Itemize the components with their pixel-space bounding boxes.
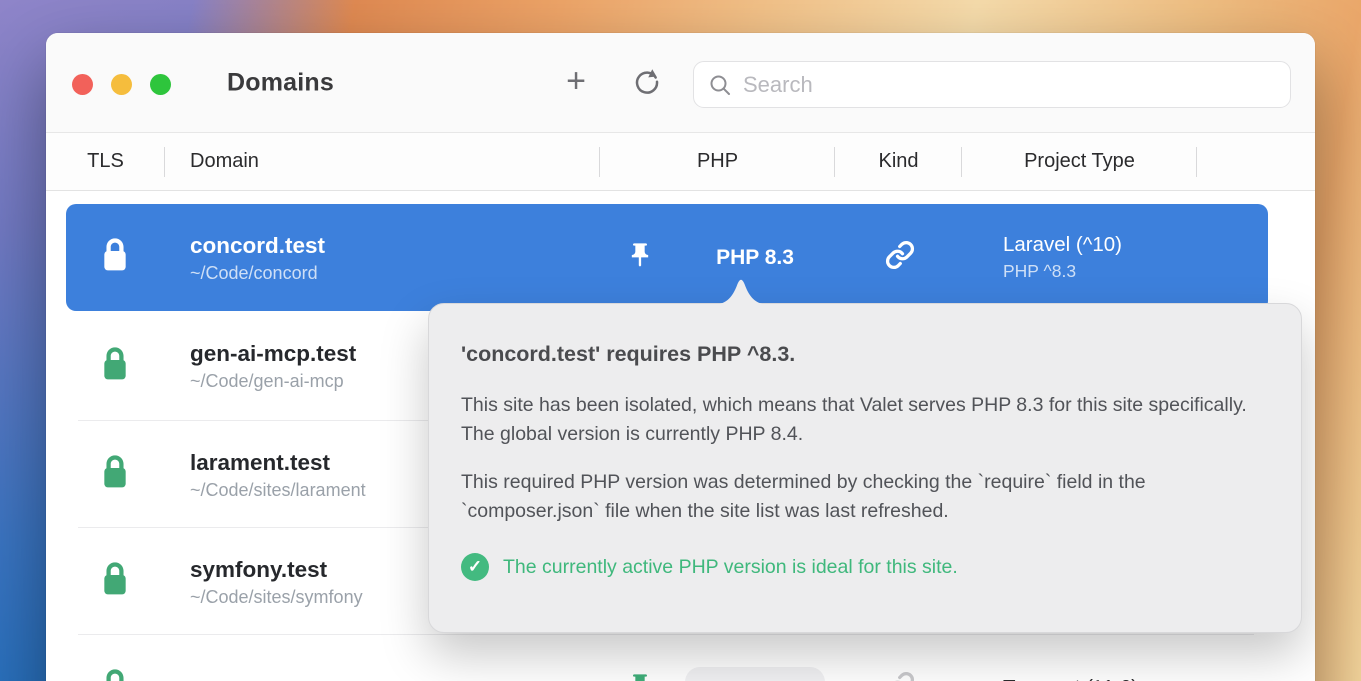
popover-status: ✓ The currently active PHP version is id… [461, 553, 1269, 581]
refresh-icon [632, 66, 662, 99]
project-type-cell: Laravel (^10) PHP ^8.3 [964, 233, 1268, 282]
search-icon [708, 73, 732, 97]
traffic-lights [72, 74, 171, 95]
project-type-cell: Tempest (^1.6) [964, 676, 1268, 681]
toolbar: Domains + [46, 33, 1315, 133]
tls-cell [66, 560, 164, 603]
pin-cell [606, 241, 674, 274]
domain-path: ~/Code/concord [190, 263, 606, 284]
search-input[interactable] [743, 72, 1276, 98]
project-php: PHP ^8.3 [1003, 261, 1268, 282]
php-version-badge [674, 667, 836, 681]
popover-arrow [711, 271, 771, 305]
pin-icon [626, 241, 654, 274]
popover-paragraph-2: This required PHP version was determined… [461, 468, 1266, 526]
lock-icon [99, 345, 131, 388]
lock-icon [99, 667, 131, 681]
table-row-concord[interactable]: concord.test ~/Code/concord PHP 8.3 [66, 204, 1268, 311]
domain-name: concord.test [190, 232, 606, 259]
php-version: PHP 8.3 [674, 246, 836, 270]
header-project-type: Project Type [962, 150, 1197, 173]
domain-name: tempest.test [190, 675, 606, 681]
minimize-window-button[interactable] [111, 74, 132, 95]
kind-cell [836, 671, 964, 681]
search-field[interactable] [693, 61, 1291, 108]
lock-icon [99, 453, 131, 496]
lock-icon [99, 560, 131, 603]
project-type: Laravel (^10) [1003, 233, 1268, 258]
domain-cell: tempest.test [164, 675, 606, 681]
kind-cell [836, 240, 964, 275]
table-row-tempest[interactable]: tempest.test Tempest (^1 [66, 635, 1268, 681]
link-icon [885, 240, 915, 275]
link-icon [885, 671, 915, 681]
close-window-button[interactable] [72, 74, 93, 95]
tls-cell [66, 236, 164, 279]
popover-status-text: The currently active PHP version is idea… [503, 556, 958, 579]
header-domain: Domain [165, 150, 600, 173]
pin-icon [626, 672, 654, 681]
header-kind: Kind [835, 150, 962, 173]
php-info-popover: 'concord.test' requires PHP ^8.3. This s… [428, 303, 1302, 633]
table-header: TLS Domain PHP Kind Project Type [46, 133, 1315, 191]
add-domain-button[interactable]: + [557, 64, 595, 102]
tls-cell [66, 667, 164, 681]
window-title: Domains [227, 68, 334, 97]
popover-paragraph-1: This site has been isolated, which means… [461, 391, 1266, 449]
domains-window: Domains + TLS Domain PHP Kind Project Ty… [46, 33, 1315, 681]
tls-cell [66, 453, 164, 496]
header-php: PHP [600, 150, 835, 173]
zoom-window-button[interactable] [150, 74, 171, 95]
tls-cell [66, 345, 164, 388]
refresh-button[interactable] [628, 64, 666, 102]
popover-title: 'concord.test' requires PHP ^8.3. [461, 342, 1269, 367]
desktop: { "window": { "title": "Domains" }, "too… [0, 0, 1361, 681]
header-tls: TLS [46, 150, 165, 173]
project-type: Tempest (^1.6) [1003, 676, 1268, 681]
pin-cell [606, 672, 674, 681]
check-circle-icon: ✓ [461, 553, 489, 581]
domain-cell: concord.test ~/Code/concord [164, 232, 606, 284]
lock-icon [99, 236, 131, 279]
